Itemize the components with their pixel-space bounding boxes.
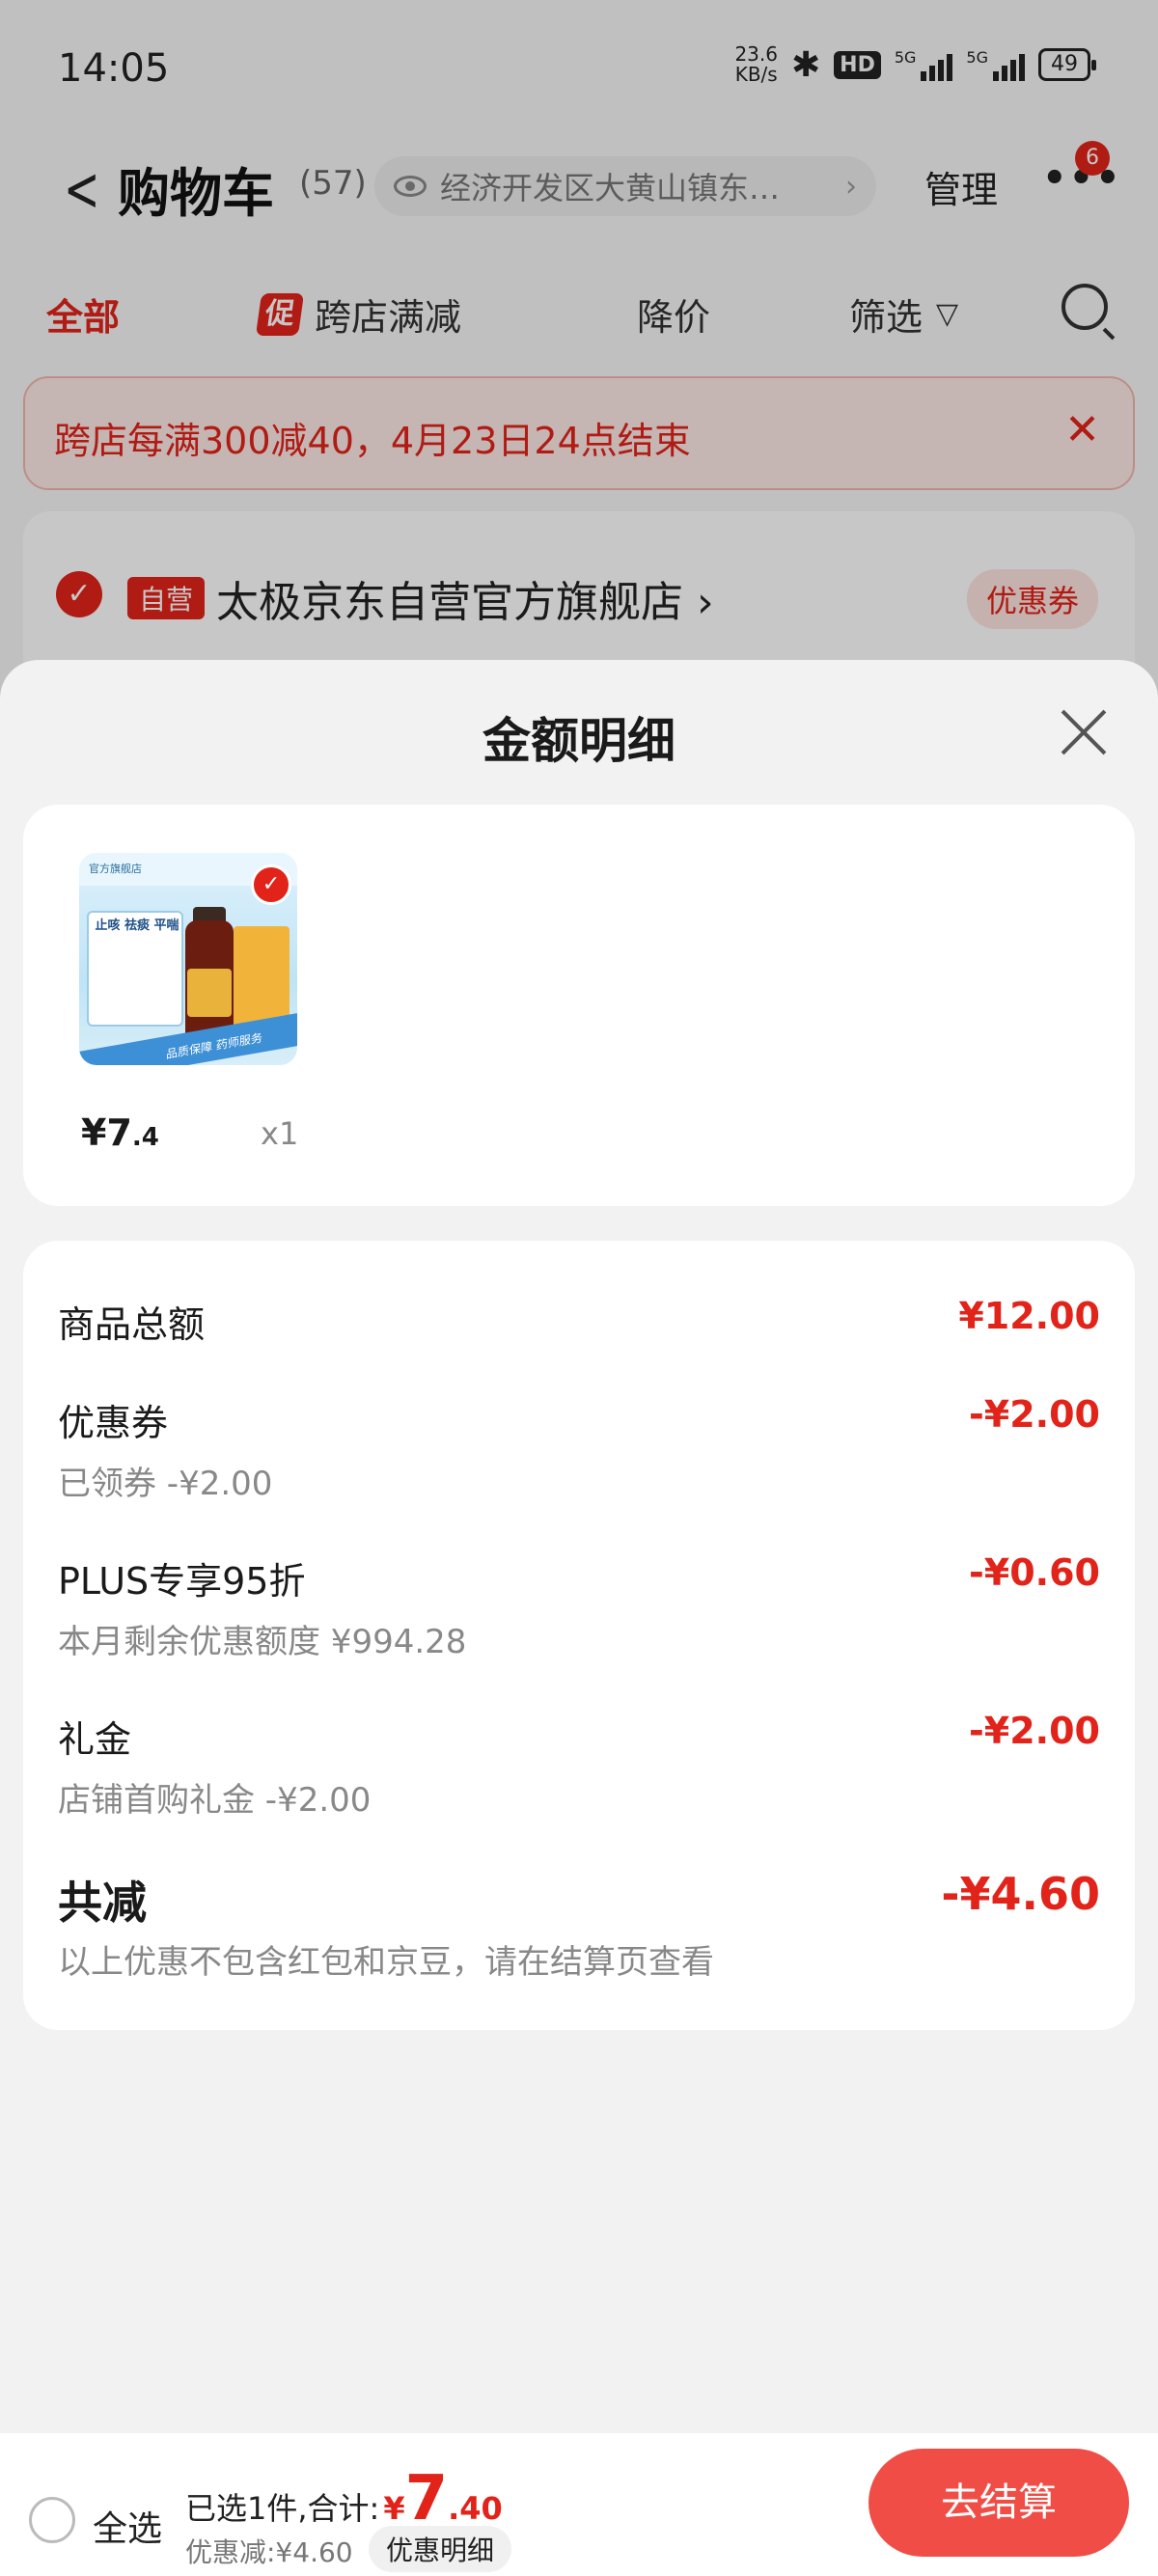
total-int: 7: [404, 2463, 449, 2535]
order-summary: 已选1件,合计: ¥ 7 .40: [185, 2463, 503, 2535]
row-label: 优惠券: [58, 1402, 169, 1444]
checkout-bar: 全选 已选1件,合计: ¥ 7 .40 优惠减:¥4.60 优惠明细 去结算: [0, 2433, 1158, 2576]
row-value: -¥2.00: [969, 1710, 1100, 1752]
sheet-title: 金额明细: [482, 713, 676, 769]
bottle-label: [187, 969, 232, 1017]
amount-detail-sheet: 金额明细 官方旗舰店 止咳 祛痰 平喘 品质保障 药师服务 ✓ ¥7.4 x1 …: [0, 660, 1158, 2433]
modal-overlay[interactable]: [0, 0, 1158, 733]
product-card: 官方旗舰店 止咳 祛痰 平喘 品质保障 药师服务 ✓ ¥7.4 x1: [23, 805, 1135, 1206]
checkout-button[interactable]: 去结算: [868, 2449, 1129, 2557]
select-all-checkbox[interactable]: [29, 2497, 75, 2543]
check-icon: ✓: [251, 864, 291, 905]
row-label: 礼金: [58, 1718, 132, 1761]
row-label: 商品总额: [58, 1303, 206, 1346]
select-all-label[interactable]: 全选: [93, 2501, 162, 2551]
row-value: -¥0.60: [969, 1551, 1100, 1594]
discount-detail-button[interactable]: 优惠明细: [369, 2526, 512, 2572]
product-image-box-title: 止咳 祛痰 平喘: [95, 918, 179, 933]
currency-symbol: ¥: [383, 2490, 405, 2527]
product-price-int: ¥7: [81, 1111, 132, 1154]
row-sub: 店铺首购礼金 -¥2.00: [58, 1781, 372, 1820]
product-image-box: 止咳 祛痰 平喘: [87, 911, 183, 1027]
product-price-dec: .4: [131, 1123, 159, 1152]
close-icon[interactable]: [1060, 708, 1108, 756]
total-dec: .40: [448, 2490, 503, 2527]
summary-prefix: 已选1件,合计:: [185, 2490, 380, 2527]
total-note: 以上优惠不包含红包和京豆，请在结算页查看: [58, 1943, 714, 1982]
row-sub: 本月剩余优惠额度 ¥994.28: [58, 1623, 467, 1661]
product-quantity: x1: [261, 1115, 299, 1152]
total-value: -¥4.60: [941, 1868, 1100, 1920]
discount-amount: 优惠减:¥4.60: [185, 2536, 353, 2568]
product-image: 官方旗舰店 止咳 祛痰 平喘 品质保障 药师服务 ✓: [79, 853, 297, 1065]
row-value: ¥12.00: [958, 1295, 1100, 1337]
row-value: -¥2.00: [969, 1393, 1100, 1436]
row-label: PLUS专享95折: [58, 1560, 306, 1603]
total-label: 共减: [58, 1877, 147, 1929]
product-price: ¥7.4: [81, 1111, 159, 1154]
price-breakdown-card: 商品总额 ¥12.00 优惠券 -¥2.00 已领券 -¥2.00 PLUS专享…: [23, 1241, 1135, 2030]
row-sub: 已领券 -¥2.00: [58, 1465, 273, 1503]
